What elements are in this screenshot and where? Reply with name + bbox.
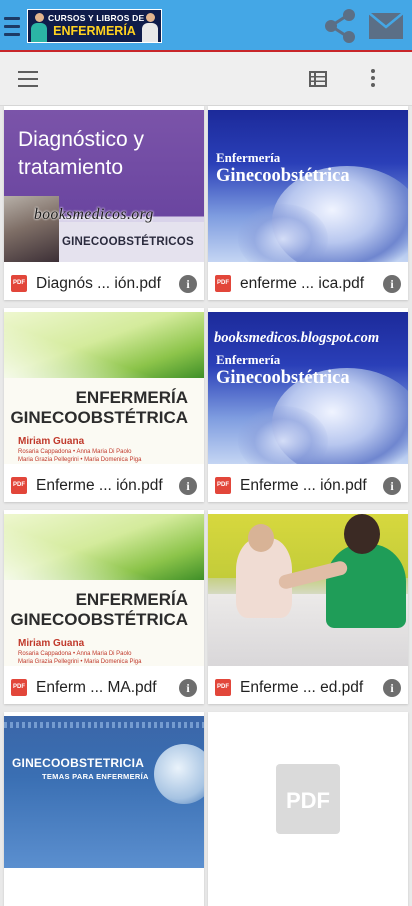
pdf-file-icon: PDF — [215, 477, 231, 494]
banner-line-2: ENFERMERÍA — [53, 24, 136, 38]
cover-author: Miriam Guana — [18, 436, 85, 447]
pdf-file-icon: PDF — [11, 477, 27, 494]
file-caption: PDF Enferme ... ión.pdf i — [4, 468, 204, 502]
cover-title: ENFERMERÍA GINECOOBSTÉTRICA — [10, 590, 188, 630]
cover-watermark: booksmedicos.org — [34, 206, 154, 223]
file-card[interactable]: Enfermería Ginecoobstétrica PDF enferme … — [208, 106, 408, 300]
file-name: Enferm ... MA.pdf — [36, 679, 157, 696]
file-card[interactable]: ENFERMERÍA GINECOOBSTÉTRICA Miriam Guana… — [4, 510, 204, 704]
info-icon[interactable]: i — [383, 679, 401, 697]
mail-icon[interactable] — [368, 12, 404, 40]
file-card[interactable]: PDF — [208, 712, 408, 906]
file-thumbnail[interactable]: Diagnóstico y tratamiento GINECOOBSTÉTRI… — [4, 110, 204, 262]
info-icon[interactable]: i — [383, 477, 401, 495]
file-thumbnail[interactable] — [208, 514, 408, 666]
cover-subtitle: GINECOOBSTÉTRICOS — [62, 236, 194, 248]
file-name: enferme ... ica.pdf — [240, 275, 365, 292]
file-name: Enferme ... ión.pdf — [240, 477, 367, 494]
file-caption: PDF Diagnós ... ión.pdf i — [4, 266, 204, 300]
file-thumbnail[interactable]: booksmedicos.blogspot.com Enfermería Gin… — [208, 312, 408, 464]
file-thumbnail[interactable]: ENFERMERÍA GINECOOBSTÉTRICA Miriam Guana… — [4, 514, 204, 666]
nurse-figure — [326, 544, 406, 628]
pdf-file-icon: PDF — [215, 679, 231, 696]
more-vert-icon[interactable] — [370, 69, 376, 89]
list-view-icon[interactable] — [309, 71, 327, 87]
cover-line-1: Enfermería — [216, 150, 281, 165]
file-card[interactable]: ENFERMERÍA GINECOOBSTÉTRICA Miriam Guana… — [4, 308, 204, 502]
cover-title-line-1: ENFERMERÍA — [75, 590, 188, 609]
pdf-placeholder-icon: PDF — [276, 764, 340, 834]
file-thumbnail[interactable]: GINECOOBSTETRICIA TEMAS PARA ENFERMERÍA — [4, 716, 204, 868]
pdf-file-icon: PDF — [11, 275, 27, 292]
cover-author: Miriam Guana — [18, 638, 85, 649]
file-name: Enferme ... ión.pdf — [36, 477, 163, 494]
pdf-placeholder-label: PDF — [286, 788, 330, 813]
file-caption: PDF enferme ... ica.pdf i — [208, 266, 408, 300]
file-card[interactable]: Diagnóstico y tratamiento GINECOOBSTÉTRI… — [4, 106, 204, 300]
file-name: Enferme ... ed.pdf — [240, 679, 364, 696]
file-caption: PDF Enferm ... MA.pdf i — [4, 670, 204, 704]
nurse-figure-right — [141, 12, 159, 42]
app-bar: CURSOS Y LIBROS DE ENFERMERÍA — [0, 0, 412, 52]
nurse-figure-left — [30, 12, 48, 42]
toolbar — [0, 52, 412, 106]
menu-icon[interactable] — [18, 71, 38, 87]
cover-line-1: Enfermería — [216, 352, 281, 367]
share-icon[interactable] — [322, 8, 358, 44]
file-caption: PDF Enferme ... ed.pdf i — [208, 670, 408, 704]
banner-line-1: CURSOS Y LIBROS DE — [48, 13, 145, 23]
info-icon[interactable]: i — [179, 275, 197, 293]
file-thumbnail[interactable]: PDF — [208, 716, 408, 868]
info-icon[interactable]: i — [179, 477, 197, 495]
cover-title: GINECOOBSTETRICIA — [12, 756, 145, 770]
cover-title-line-2: GINECOOBSTÉTRICA — [10, 610, 188, 629]
file-name: Diagnós ... ión.pdf — [36, 275, 161, 292]
cover-subtitle: TEMAS PARA ENFERMERÍA — [42, 772, 149, 781]
cover-title-line-2: GINECOOBSTÉTRICA — [10, 408, 188, 427]
file-thumbnail[interactable]: ENFERMERÍA GINECOOBSTÉTRICA Miriam Guana… — [4, 312, 204, 464]
cover-site: booksmedicos.blogspot.com — [214, 330, 380, 346]
cover-coauthors: Rosaria Cappadona • Anna Maria Di Paolo … — [18, 449, 142, 463]
cover-coauthors: Rosaria Cappadona • Anna Maria Di Paolo … — [18, 651, 142, 665]
menu-icon[interactable] — [4, 12, 20, 38]
pdf-file-icon: PDF — [11, 679, 27, 696]
cover-title-line-1: ENFERMERÍA — [75, 388, 188, 407]
info-icon[interactable]: i — [179, 679, 197, 697]
cover-title: ENFERMERÍA GINECOOBSTÉTRICA — [10, 388, 188, 428]
pdf-file-icon: PDF — [215, 275, 231, 292]
file-caption: PDF Enferme ... ión.pdf i — [208, 468, 408, 502]
file-card[interactable]: booksmedicos.blogspot.com Enfermería Gin… — [208, 308, 408, 502]
app-banner: CURSOS Y LIBROS DE ENFERMERÍA — [27, 9, 162, 43]
cover-line-2: Ginecoobstétrica — [216, 368, 350, 388]
cover-line-2: Ginecoobstétrica — [216, 166, 350, 186]
file-thumbnail[interactable]: Enfermería Ginecoobstétrica — [208, 110, 408, 262]
file-card[interactable]: PDF Enferme ... ed.pdf i — [208, 510, 408, 704]
file-card[interactable]: GINECOOBSTETRICIA TEMAS PARA ENFERMERÍA — [4, 712, 204, 906]
cover-title: Diagnóstico y tratamiento — [18, 128, 145, 179]
info-icon[interactable]: i — [383, 275, 401, 293]
